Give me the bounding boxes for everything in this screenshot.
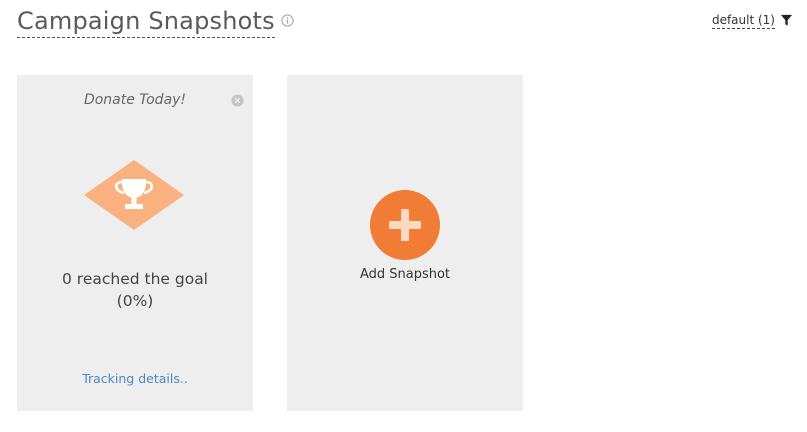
snapshot-title: Donate Today! [83,92,187,108]
add-snapshot-label[interactable]: Add Snapshot [287,267,523,282]
goal-percent: (0%) [116,292,154,310]
add-snapshot-card[interactable]: Add Snapshot [287,75,523,411]
filter-icon[interactable] [780,14,793,27]
info-icon[interactable] [281,14,294,27]
plus-icon[interactable] [370,190,440,260]
page-header: Campaign Snapshots [17,6,294,42]
tracking-details-link[interactable]: Tracking details.. [17,371,253,386]
snapshot-card: Donate Today! 0 reached the goal (0%) Tr… [17,75,253,411]
goal-summary: 0 reached the goal (0%) [17,268,253,312]
goal-count: 0 reached the goal [62,270,208,288]
filter-control[interactable]: default (1) [711,12,793,29]
trophy-badge [84,160,184,230]
filter-label[interactable]: default (1) [711,12,775,29]
page-title[interactable]: Campaign Snapshots [17,6,275,38]
close-icon[interactable] [231,94,244,107]
